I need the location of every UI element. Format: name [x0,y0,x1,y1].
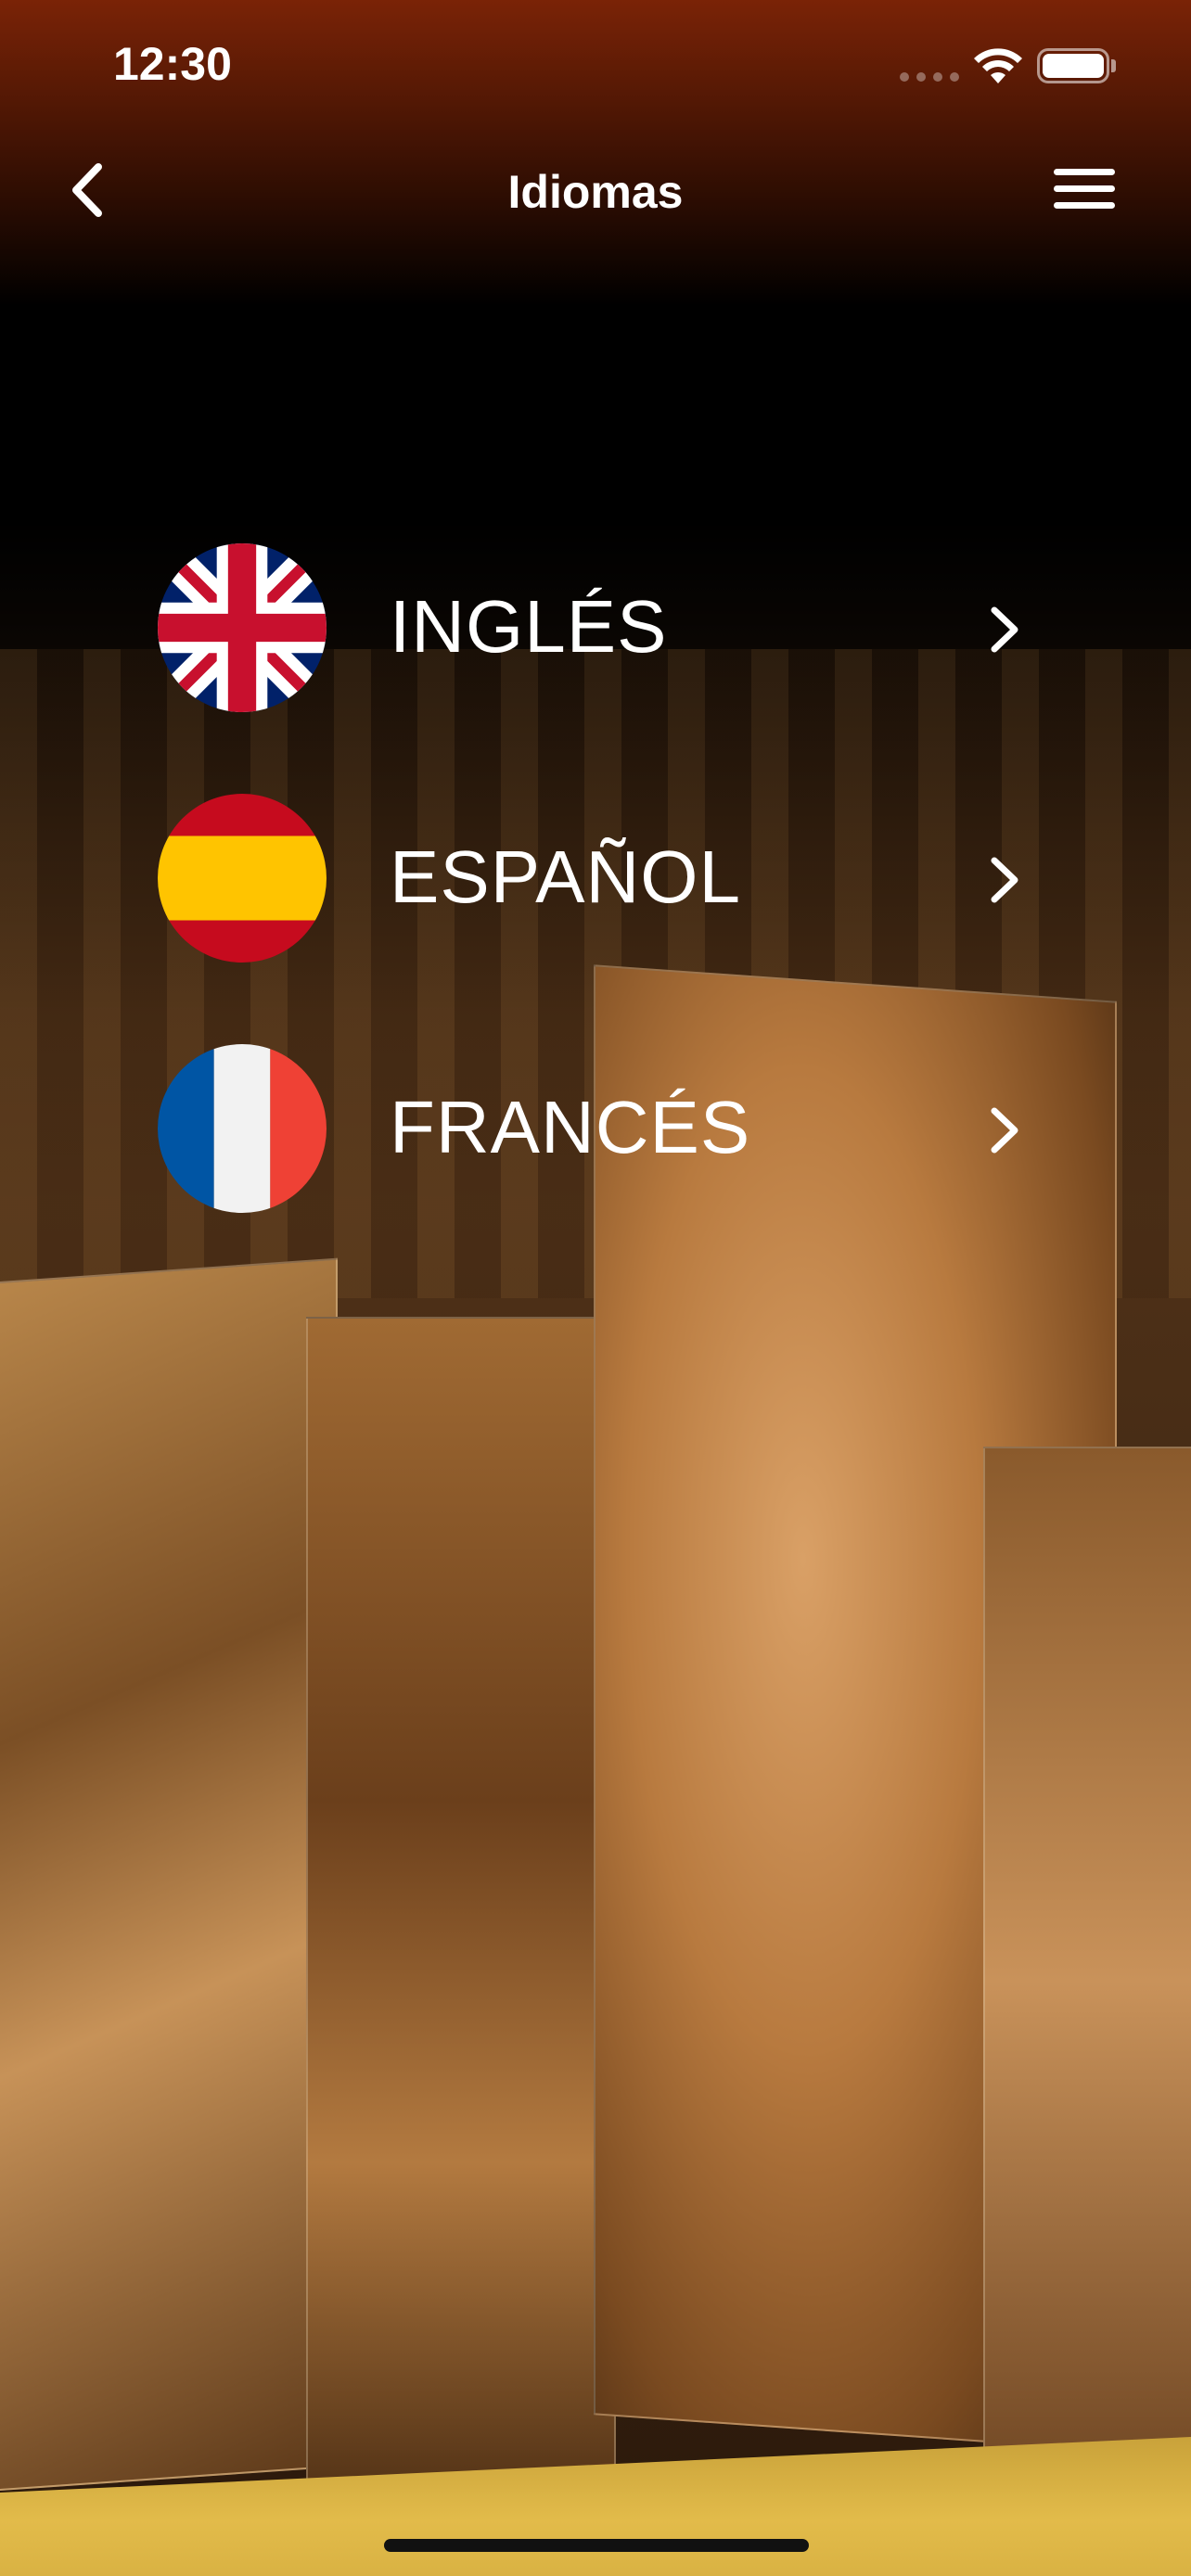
chevron-right-icon [991,1107,1018,1154]
wifi-icon [974,48,1022,83]
cave-photo-panel-right [983,1447,1191,2517]
battery-tip [1111,59,1116,72]
uk-flag-icon [158,543,327,712]
hamburger-menu-icon [1054,169,1115,209]
language-item-spanish[interactable]: ESPAÑOL [158,792,1048,968]
cave-photo-panel-middle [306,1317,616,2526]
language-screen: 12:30 Idiomas INGLÉS ESPAÑOL FRANCÉS [0,0,1191,2576]
language-item-french[interactable]: FRANCÉS [158,1042,1048,1218]
cellular-signal-icon [900,72,959,82]
france-flag-icon [158,1044,327,1213]
menu-button[interactable] [1050,165,1119,213]
language-label: INGLÉS [390,585,668,668]
language-label: ESPAÑOL [390,835,741,918]
page-title: Idiomas [507,166,684,218]
cave-photo-panel-left [0,1257,338,2493]
language-label: FRANCÉS [390,1086,751,1168]
spain-flag-icon [158,794,327,963]
chevron-right-icon [991,606,1018,653]
status-bar: 12:30 [0,0,1191,130]
chevron-right-icon [991,857,1018,903]
status-time: 12:30 [113,38,232,90]
home-indicator[interactable] [384,2539,809,2552]
battery-icon [1037,48,1109,83]
language-item-english[interactable]: INGLÉS [158,542,1048,718]
